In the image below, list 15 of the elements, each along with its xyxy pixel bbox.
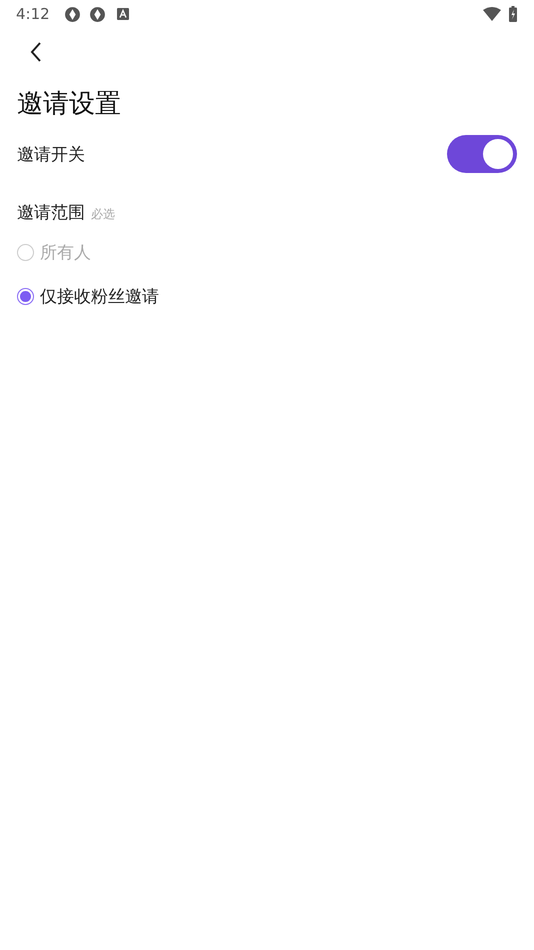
section-label: 邀请范围 xyxy=(17,202,85,224)
status-time: 4:12 xyxy=(16,5,50,23)
chevron-left-icon xyxy=(30,42,42,62)
wifi-icon xyxy=(483,7,501,21)
radio-button[interactable] xyxy=(17,288,34,304)
aperture-icon xyxy=(88,6,106,22)
radio-label: 仅接收粉丝邀请 xyxy=(40,286,159,308)
required-hint: 必选 xyxy=(91,206,115,223)
keyboard-icon xyxy=(116,8,129,20)
switch-label: 邀请开关 xyxy=(17,144,85,166)
toggle-switch[interactable] xyxy=(447,135,517,173)
aperture-icon xyxy=(64,6,81,22)
radio-label: 所有人 xyxy=(40,242,91,264)
battery-icon xyxy=(509,6,517,22)
page-title: 邀请设置 xyxy=(17,88,122,121)
